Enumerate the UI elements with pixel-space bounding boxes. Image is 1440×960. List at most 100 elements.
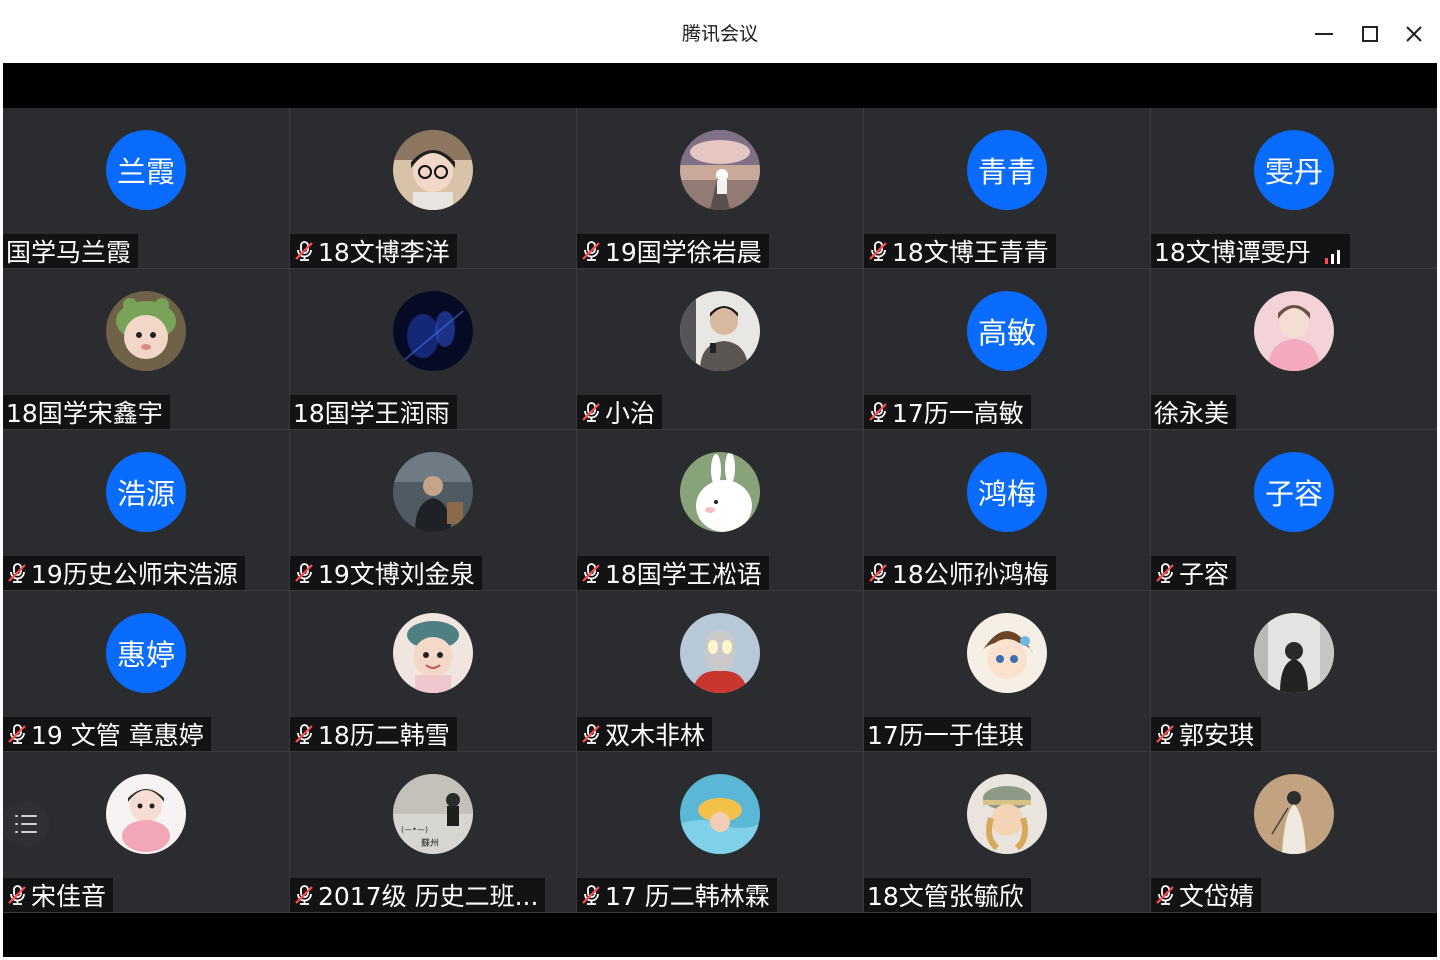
participant-tile[interactable]: 18国学王凇语 — [577, 430, 863, 590]
avatar-initials: 雯丹 — [1254, 130, 1334, 210]
participant-tile[interactable]: 文岱婧 — [1151, 752, 1437, 912]
participant-name-bar: 19历史公师宋浩源 — [3, 556, 245, 590]
participant-name: 18文博李洋 — [318, 238, 450, 267]
participant-tile[interactable]: 17历一于佳琪 — [864, 591, 1150, 751]
participant-name-bar: 子容 — [1151, 556, 1237, 590]
participant-tile[interactable]: 徐永美 — [1151, 269, 1437, 429]
participant-name: 17历一于佳琪 — [867, 721, 1024, 750]
participant-name-bar: 19国学徐岩晨 — [577, 234, 769, 268]
participant-name-bar: 2017级 历史二班... — [290, 878, 546, 912]
participant-tile[interactable]: 鸿梅 18公师孙鸿梅 — [864, 430, 1150, 590]
participant-name: 19文博刘金泉 — [318, 560, 475, 589]
minimize-icon[interactable] — [1312, 22, 1336, 46]
participant-name-bar: 19 文管 章惠婷 — [3, 717, 211, 751]
participant-name: 18文管张毓欣 — [867, 882, 1024, 911]
participant-tile[interactable]: 兰霞国学马兰霞 — [3, 108, 289, 268]
participant-name: 2017级 历史二班... — [318, 882, 539, 911]
mic-muted-icon — [580, 562, 602, 584]
window-title: 腾讯会议 — [681, 23, 758, 45]
mic-muted-icon — [293, 562, 315, 584]
participant-name: 18公师孙鸿梅 — [892, 560, 1049, 589]
participant-name: 19历史公师宋浩源 — [31, 560, 238, 589]
participant-tile[interactable]: 惠婷 19 文管 章惠婷 — [3, 591, 289, 751]
participant-tile[interactable]: 19国学徐岩晨 — [577, 108, 863, 268]
avatar-photo — [393, 452, 473, 532]
participant-list-button[interactable] — [3, 801, 49, 847]
close-icon[interactable] — [1402, 22, 1426, 46]
participant-list-icon — [15, 815, 37, 833]
mic-muted-icon — [6, 562, 28, 584]
participant-name-bar: 17历一于佳琪 — [864, 717, 1031, 751]
participant-tile[interactable]: 子容 子容 — [1151, 430, 1437, 590]
participant-tile[interactable]: 19文博刘金泉 — [290, 430, 576, 590]
mic-muted-icon — [1154, 562, 1176, 584]
participant-name: 17 历二韩林霖 — [605, 882, 770, 911]
participant-tile[interactable]: 高敏 17历一高敏 — [864, 269, 1150, 429]
avatar-photo — [393, 291, 473, 371]
participant-name-bar: 徐永美 — [1151, 395, 1237, 429]
participant-name: 17历一高敏 — [892, 399, 1024, 428]
avatar-initials: 高敏 — [967, 291, 1047, 371]
participant-name-bar: 17历一高敏 — [864, 395, 1031, 429]
avatar-photo — [393, 130, 473, 210]
avatar-photo — [967, 774, 1047, 854]
participant-name: 18国学宋鑫宇 — [6, 399, 163, 428]
participant-tile[interactable]: 郭安琪 — [1151, 591, 1437, 751]
avatar-photo — [680, 774, 760, 854]
participant-name-bar: 郭安琪 — [1151, 717, 1262, 751]
mic-muted-icon — [867, 240, 889, 262]
avatar-initials: 浩源 — [106, 452, 186, 532]
participant-name: 文岱婧 — [1179, 882, 1255, 911]
participant-tile[interactable]: 18文博李洋 — [290, 108, 576, 268]
title-bar: 腾讯会议 — [0, 0, 1440, 62]
avatar-initials: 青青 — [967, 130, 1047, 210]
avatar-photo — [680, 291, 760, 371]
avatar-photo — [1254, 613, 1334, 693]
participant-name: 18国学王凇语 — [605, 560, 762, 589]
participant-name-bar: 18文管张毓欣 — [864, 878, 1031, 912]
participant-name: 19国学徐岩晨 — [605, 238, 762, 267]
participant-name-bar: 双木非林 — [577, 717, 713, 751]
participant-tile[interactable]: 小治 — [577, 269, 863, 429]
mic-muted-icon — [867, 562, 889, 584]
mic-muted-icon — [293, 240, 315, 262]
participant-tile[interactable]: 18国学宋鑫宇 — [3, 269, 289, 429]
avatar-initials: 子容 — [1254, 452, 1334, 532]
participant-name-bar: 18文博谭雯丹 — [1151, 234, 1350, 268]
participant-name-bar: 18文博王青青 — [864, 234, 1056, 268]
participant-name-bar: 文岱婧 — [1151, 878, 1262, 912]
participant-name: 国学马兰霞 — [6, 238, 132, 267]
mic-muted-icon — [293, 723, 315, 745]
mic-muted-icon — [293, 884, 315, 906]
participant-tile[interactable]: (—•—) 蘇州 2017级 历史二班... — [290, 752, 576, 912]
participant-name: 18国学王润雨 — [293, 399, 450, 428]
participant-name-bar: 18国学宋鑫宇 — [3, 395, 170, 429]
participant-tile[interactable]: 青青 18文博王青青 — [864, 108, 1150, 268]
participant-tile[interactable]: 双木非林 — [577, 591, 863, 751]
participant-tile[interactable]: 雯丹 18文博谭雯丹 — [1151, 108, 1437, 268]
participant-name-bar: 小治 — [577, 395, 663, 429]
avatar-photo — [680, 613, 760, 693]
avatar-initials: 兰霞 — [106, 130, 186, 210]
mic-muted-icon — [6, 884, 28, 906]
participant-grid: 兰霞国学马兰霞 18文博李洋 19国学徐岩晨 青青 18文博王青青 雯丹 18文博谭雯丹 18… — [3, 108, 1437, 913]
participant-name-bar: 18公师孙鸿梅 — [864, 556, 1056, 590]
participant-name: 徐永美 — [1154, 399, 1230, 428]
participant-tile[interactable]: 18国学王润雨 — [290, 269, 576, 429]
participant-name: 18文博王青青 — [892, 238, 1049, 267]
participant-tile[interactable]: 17 历二韩林霖 — [577, 752, 863, 912]
mic-muted-icon — [867, 401, 889, 423]
signal-weak-icon — [1323, 242, 1343, 264]
participant-name: 18文博谭雯丹 — [1154, 238, 1311, 267]
mic-muted-icon — [580, 723, 602, 745]
participant-name-bar: 18文博李洋 — [290, 234, 457, 268]
participant-name-bar: 18国学王润雨 — [290, 395, 457, 429]
participant-tile[interactable]: 18文管张毓欣 — [864, 752, 1150, 912]
maximize-icon[interactable] — [1358, 22, 1382, 46]
avatar-photo — [393, 613, 473, 693]
mic-muted-icon — [580, 401, 602, 423]
participant-tile[interactable]: 18历二韩雪 — [290, 591, 576, 751]
participant-tile[interactable]: 浩源 19历史公师宋浩源 — [3, 430, 289, 590]
participant-name: 郭安琪 — [1179, 721, 1255, 750]
avatar-photo — [106, 774, 186, 854]
